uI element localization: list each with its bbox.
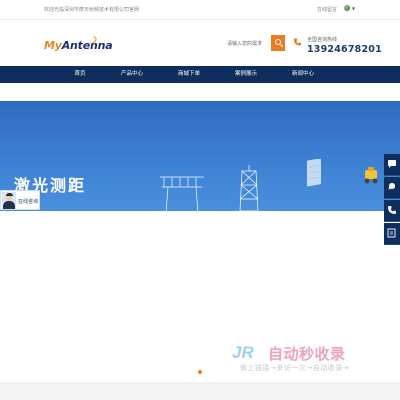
logo-my: My: [44, 39, 62, 52]
hero-banner[interactable]: 激光测距: [0, 101, 400, 211]
nav-item-news[interactable]: 新闻中心: [279, 66, 327, 83]
message-icon: [388, 183, 395, 190]
watermark-text: 自动秒收录: [268, 345, 346, 363]
panel-illustration: [307, 159, 321, 187]
carousel-dot[interactable]: [198, 370, 202, 374]
main-nav: 首页 产品中心 商城下单 案例展示 新闻中心: [0, 66, 400, 83]
banner-top-spacer: [0, 83, 400, 101]
hotline-label: 全国咨询热线: [307, 37, 338, 43]
chat-icon: [388, 160, 396, 168]
header: MyAntenna 请输入您的需求 全国咨询热线 13924678201: [0, 20, 400, 66]
watermark-logo: JR: [232, 343, 254, 362]
top-bar: 欢迎光临深圳市摩天射频技术有限公司官网 在线留言 ▼: [0, 0, 400, 20]
watermark-subtext: 做上链接→来访一次→自动收录→: [240, 364, 350, 372]
online-message-link[interactable]: 在线留言: [317, 6, 337, 13]
welcome-text: 欢迎光临深圳市摩天射频技术有限公司官网: [44, 7, 140, 13]
chevron-down-icon[interactable]: ▼: [352, 6, 355, 11]
side-chat-button[interactable]: [384, 154, 400, 176]
tower-illustration: [160, 176, 204, 211]
nav-item-products[interactable]: 产品中心: [108, 66, 156, 83]
consult-label: 在线咨询: [18, 199, 39, 205]
lattice-tower-illustration: [239, 165, 259, 211]
site-logo[interactable]: MyAntenna: [44, 39, 113, 52]
side-edit-button[interactable]: [384, 223, 400, 245]
edit-icon: [387, 228, 396, 238]
page: 欢迎光临深圳市摩天射频技术有限公司官网 在线留言 ▼ MyAntenna 请输入…: [0, 0, 400, 400]
hotline-number: 13924678201: [307, 44, 382, 55]
nav-item-home[interactable]: 首页: [56, 66, 104, 83]
logo-rest: Antenna: [61, 39, 113, 52]
footer-band: [0, 382, 400, 400]
side-phone-button[interactable]: [384, 200, 400, 222]
side-message-button[interactable]: [384, 177, 400, 199]
online-consult-widget[interactable]: 在线咨询: [0, 190, 40, 210]
search-button[interactable]: [271, 35, 285, 51]
nav-item-shop[interactable]: 商城下单: [165, 66, 213, 83]
nav-item-cases[interactable]: 案例展示: [222, 66, 270, 83]
search-placeholder: 请输入您的需求: [227, 41, 263, 47]
globe-flag-icon[interactable]: [344, 5, 350, 11]
avatar: [2, 192, 16, 209]
phone-icon: [293, 38, 302, 46]
robot-device-illustration: [364, 167, 378, 184]
phone-side-icon: [388, 206, 396, 214]
